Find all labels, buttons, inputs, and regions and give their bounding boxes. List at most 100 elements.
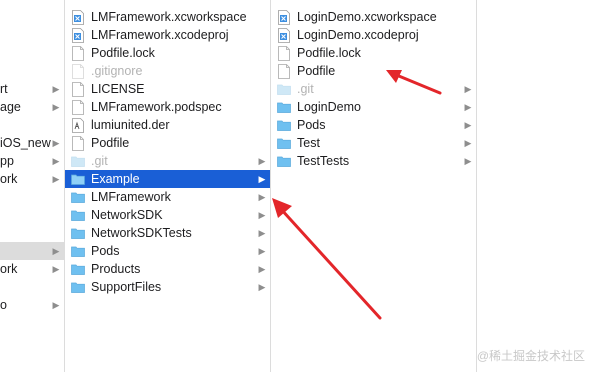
file-icon [277,45,291,61]
list-item[interactable]: iOS_new ▶ [0,134,64,152]
item-label: Podfile [297,64,336,78]
finder-column-lmframework[interactable]: LMFramework.xcworkspace LMFramework.xcode… [65,0,271,372]
list-item[interactable]: Pods ▶ [271,116,476,134]
folder-icon [71,171,85,187]
list-item[interactable]: LMFramework.podspec [65,98,270,116]
item-label: .git [297,82,314,96]
file-icon [71,135,85,151]
item-label: o [0,298,7,312]
item-label: Podfile.lock [297,46,361,60]
list-item[interactable]: Podfile [271,62,476,80]
chevron-right-icon: ▶ [52,173,60,184]
item-label: LMFramework.xcodeproj [91,28,229,42]
folder-icon [277,117,291,133]
list-item[interactable]: LoginDemo.xcodeproj [271,26,476,44]
item-label: ork [0,172,18,186]
item-label: pp [0,154,14,168]
chevron-right-icon: ▶ [258,227,266,238]
certificate-icon [71,117,85,133]
list-item[interactable]: SupportFiles ▶ [65,278,270,296]
xcworkspace-icon [71,9,85,25]
xcworkspace-icon [277,9,291,25]
item-label: Products [91,262,141,276]
chevron-right-icon: ▶ [258,263,266,274]
folder-icon [71,189,85,205]
list-item[interactable]: .git ▶ [65,152,270,170]
list-item[interactable]: TestTests ▶ [271,152,476,170]
finder-column-example[interactable]: LoginDemo.xcworkspace LoginDemo.xcodeproj… [271,0,477,372]
watermark: @稀土掘金技术社区 [476,349,585,363]
list-item[interactable]: o ▶ [0,296,64,314]
list-item[interactable]: LoginDemo.xcworkspace [271,8,476,26]
list-item[interactable]: NetworkSDK ▶ [65,206,270,224]
list-item[interactable]: Example ▶ [65,170,270,188]
finder-column-empty [477,0,593,372]
chevron-right-icon: ▶ [52,263,60,274]
list-item[interactable]: ▶ [0,242,64,260]
list-item[interactable]: pp ▶ [0,152,64,170]
chevron-right-icon: ▶ [52,299,60,310]
item-label: SupportFiles [91,280,162,294]
list-item[interactable]: .gitignore [65,62,270,80]
item-label: lumiunited.der [91,118,170,132]
chevron-right-icon: ▶ [464,119,472,130]
xcodeproj-icon [277,27,291,43]
list-item[interactable]: Podfile [65,134,270,152]
item-label: Pods [91,244,120,258]
list-item[interactable]: LoginDemo ▶ [271,98,476,116]
item-label: LICENSE [91,82,145,96]
list-item[interactable]: Podfile.lock [271,44,476,62]
file-icon [71,45,85,61]
list-item[interactable]: Podfile.lock [65,44,270,62]
list-item[interactable]: LMFramework ▶ [65,188,270,206]
chevron-right-icon: ▶ [258,155,266,166]
folder-icon [71,207,85,223]
item-label: LMFramework [91,190,171,204]
item-label: LMFramework.podspec [91,100,222,114]
item-label: NetworkSDK [91,208,163,222]
list-item[interactable]: Test ▶ [271,134,476,152]
chevron-right-icon: ▶ [258,281,266,292]
list-item[interactable]: LMFramework.xcworkspace [65,8,270,26]
item-label: ork [0,262,18,276]
list-item[interactable]: .git ▶ [271,80,476,98]
item-label: rt [0,82,8,96]
item-label: Podfile.lock [91,46,155,60]
folder-icon [277,81,291,97]
finder-column-parent[interactable]: rt ▶ age ▶ iOS_new ▶ pp ▶ ork ▶ ▶ ork ▶ o ▶ [0,0,65,372]
chevron-right-icon: ▶ [464,83,472,94]
xcodeproj-icon [71,27,85,43]
list-item[interactable]: Products ▶ [65,260,270,278]
chevron-right-icon: ▶ [464,101,472,112]
folder-icon [71,225,85,241]
folder-icon [71,153,85,169]
list-item[interactable]: LICENSE [65,80,270,98]
chevron-right-icon: ▶ [258,173,266,184]
item-label: Pods [297,118,326,132]
chevron-right-icon: ▶ [258,191,266,202]
item-label: Podfile [91,136,130,150]
list-item[interactable]: Pods ▶ [65,242,270,260]
chevron-right-icon: ▶ [52,101,60,112]
folder-icon [71,243,85,259]
list-item[interactable]: age ▶ [0,98,64,116]
chevron-right-icon: ▶ [464,137,472,148]
list-item[interactable]: ork ▶ [0,260,64,278]
list-item[interactable]: LMFramework.xcodeproj [65,26,270,44]
item-label: NetworkSDKTests [91,226,192,240]
chevron-right-icon: ▶ [52,137,60,148]
item-label: LMFramework.xcworkspace [91,10,247,24]
list-item[interactable]: lumiunited.der [65,116,270,134]
folder-icon [277,99,291,115]
chevron-right-icon: ▶ [464,155,472,166]
item-label: Example [91,172,140,186]
file-icon [277,63,291,79]
list-item[interactable]: NetworkSDKTests ▶ [65,224,270,242]
list-item[interactable]: rt ▶ [0,80,64,98]
file-icon [71,63,85,79]
file-icon [71,81,85,97]
folder-icon [277,153,291,169]
chevron-right-icon: ▶ [52,155,60,166]
list-item[interactable]: ork ▶ [0,170,64,188]
folder-icon [71,261,85,277]
